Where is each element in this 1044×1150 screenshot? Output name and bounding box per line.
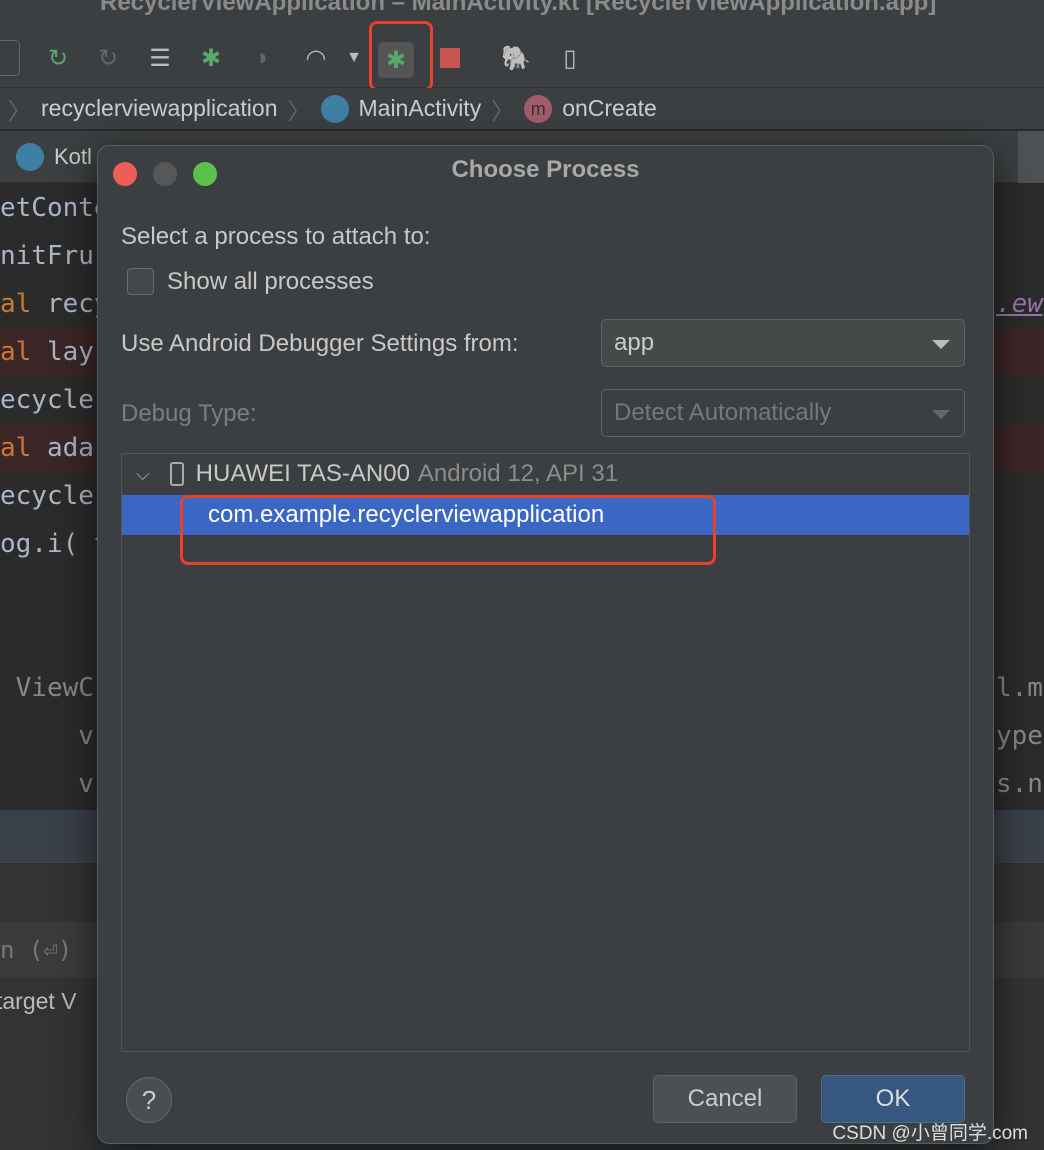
phone-icon <box>169 462 184 486</box>
device-name: HUAWEI TAS-AN00 <box>195 460 410 487</box>
run-config-dropdown[interactable] <box>0 40 20 76</box>
cancel-button[interactable]: Cancel <box>653 1075 797 1123</box>
help-button[interactable]: ? <box>126 1077 172 1123</box>
tab-kotlin[interactable]: Kotl <box>16 143 92 171</box>
gradle-sync-icon[interactable]: 🐘 <box>498 40 534 76</box>
debug-icon[interactable]: ✱ <box>193 40 229 76</box>
code-text: ecycle <box>0 385 94 415</box>
settings-value: app <box>614 329 655 356</box>
chevron-down-icon <box>932 410 950 419</box>
debug-type-value: Detect Automatically <box>614 399 832 426</box>
code-keyword: al <box>0 433 32 463</box>
code-text-right: l.ma <box>996 673 1044 703</box>
code-text: ada <box>31 433 94 463</box>
ok-button[interactable]: OK <box>821 1075 965 1123</box>
method-icon: m <box>524 94 553 123</box>
apply-changes-icon[interactable]: ↻ <box>90 40 126 76</box>
breadcrumb: 〉 recyclerviewapplication 〉 MainActivity… <box>0 88 1044 130</box>
show-all-label[interactable]: Show all processes <box>167 268 374 296</box>
highlight-process <box>180 495 716 565</box>
settings-select[interactable]: app <box>601 319 965 367</box>
stop-icon[interactable] <box>432 40 468 76</box>
debug-type-label: Debug Type: <box>121 400 257 427</box>
toolbar: ↻ ↻ ☰ ✱ ◗ ◠ ▼ ✱ 🐘 ▯ <box>0 30 1044 88</box>
dialog-title: Choose Process <box>451 156 640 183</box>
chevron-down-icon <box>932 340 950 349</box>
chevron-down-icon[interactable]: ⌵ <box>136 454 150 494</box>
class-icon <box>320 94 349 123</box>
settings-label: Use Android Debugger Settings from: <box>121 330 519 357</box>
code-text: ViewC <box>0 673 94 703</box>
apply-code-changes-icon[interactable]: ☰ <box>142 40 178 76</box>
tab-right[interactable] <box>1018 131 1044 183</box>
device-manager-icon[interactable]: ▯ <box>552 40 588 76</box>
prompt-label: Select a process to attach to: <box>121 223 431 250</box>
breadcrumb-package[interactable]: recyclerviewapplication <box>41 95 278 122</box>
choose-process-dialog: Choose Process Select a process to attac… <box>97 145 994 1144</box>
breadcrumb-method[interactable]: onCreate <box>562 95 657 122</box>
tab-label: Kotl <box>54 144 92 169</box>
lower-text: n (⏎) <box>0 936 73 964</box>
code-text: v <box>0 769 94 799</box>
window-title: RecyclerViewApplication – MainActivity.k… <box>0 0 1044 30</box>
coverage-icon[interactable]: ◗ <box>245 40 281 76</box>
code-keyword: al <box>0 337 32 367</box>
code-keyword: al <box>0 289 32 319</box>
breadcrumb-class[interactable]: MainActivity <box>359 95 482 122</box>
code-text-right: .ew) <box>996 289 1044 319</box>
debug-type-select[interactable]: Detect Automatically <box>601 389 965 437</box>
highlight-attach-debugger <box>369 21 433 91</box>
lower-text-2: target V <box>0 988 77 1014</box>
code-text: nitFru <box>0 241 94 271</box>
rerun-icon[interactable]: ↻ <box>40 40 76 76</box>
code-text-right: s.n <box>996 769 1043 799</box>
profile-dropdown-icon[interactable]: ▼ <box>336 40 372 76</box>
code-text-right: ype. <box>996 721 1044 751</box>
code-text: ecycle <box>0 481 94 511</box>
profile-icon[interactable]: ◠ <box>298 40 334 76</box>
kotlin-file-icon <box>16 143 44 171</box>
show-all-checkbox[interactable] <box>127 268 154 295</box>
device-node[interactable]: ⌵ HUAWEI TAS-AN00 Android 12, API 31 <box>122 454 969 494</box>
code-text: lay <box>31 337 94 367</box>
watermark: CSDN @小曾同学.com <box>832 1123 1028 1144</box>
code-text: og.i( t <box>0 529 110 559</box>
code-text: v <box>0 721 94 751</box>
device-info: Android 12, API 31 <box>417 460 619 487</box>
code-text: etConte <box>0 193 110 223</box>
